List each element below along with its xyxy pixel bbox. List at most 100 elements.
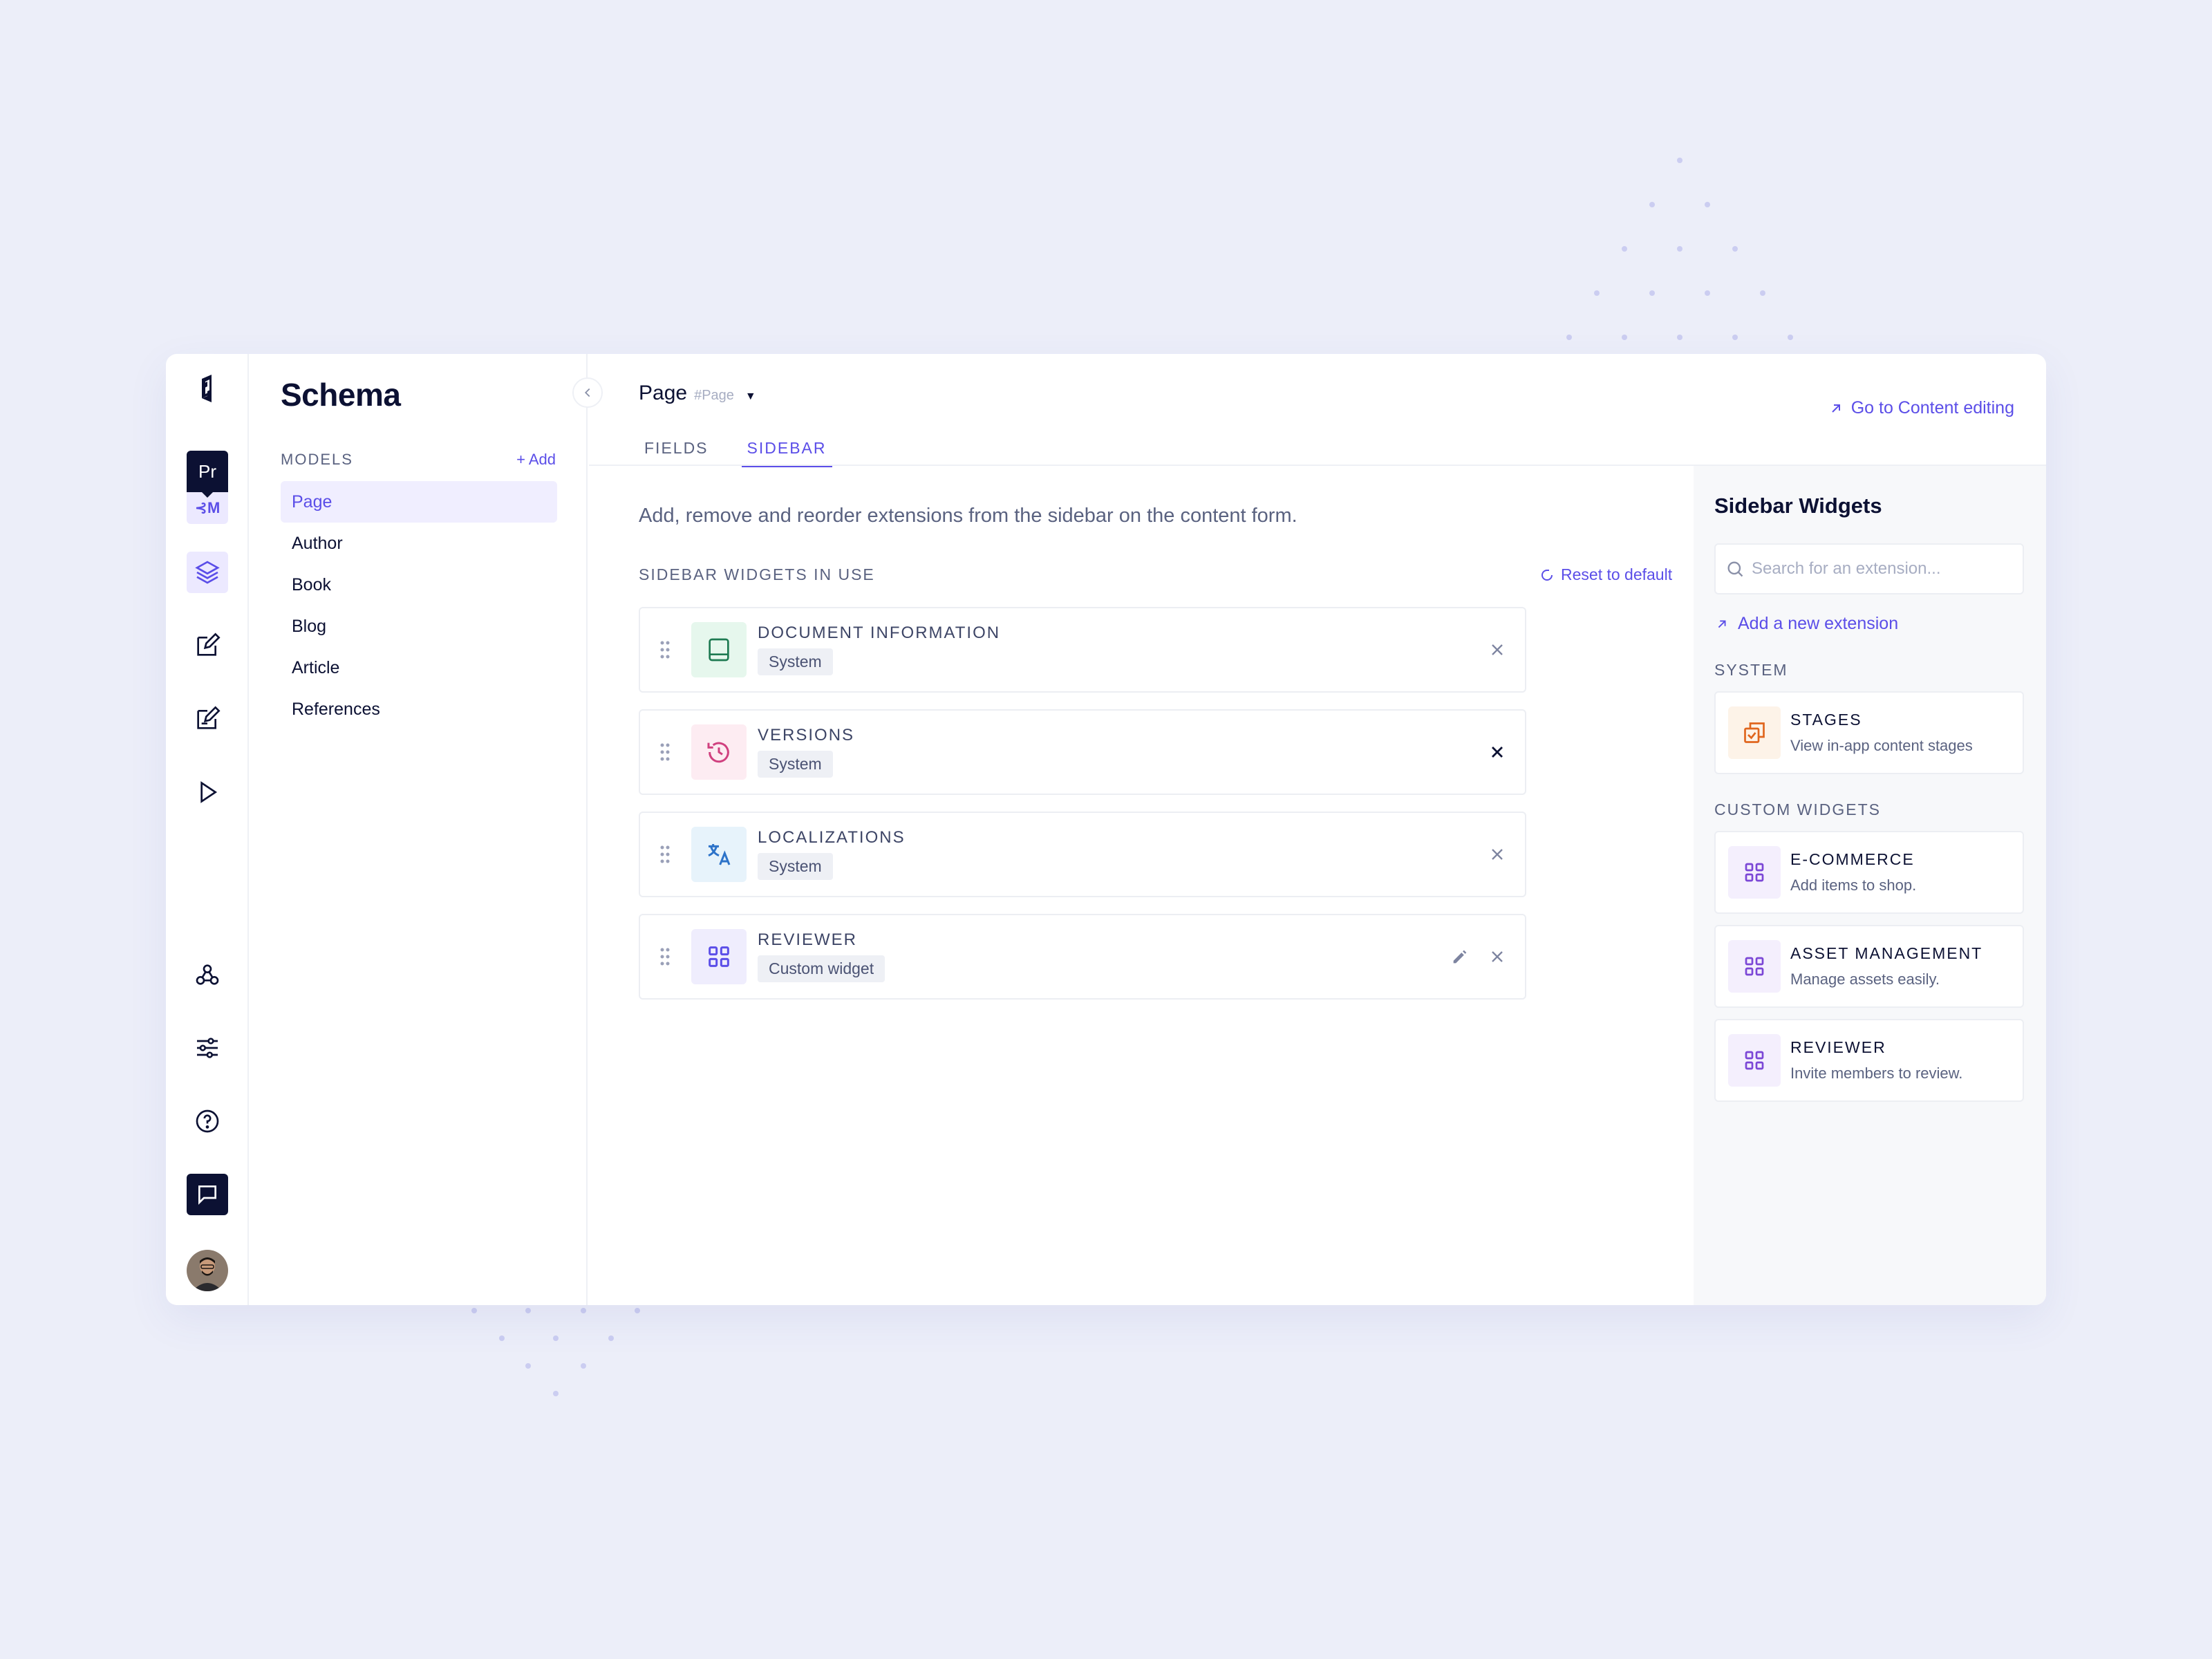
project-switcher[interactable]: Pr ⊰M	[187, 451, 228, 524]
decorative-dot	[1788, 335, 1793, 340]
extension-card-reviewer[interactable]: REVIEWER Invite members to review.	[1714, 1019, 2024, 1102]
grid-icon	[691, 929, 747, 984]
go-to-content-editing-link[interactable]: Go to Content editing	[1828, 398, 2014, 418]
model-name: Page	[639, 382, 688, 404]
decorative-dot	[1566, 335, 1572, 340]
widget-row-versions[interactable]: VERSIONS System	[639, 709, 1526, 795]
decorative-dot	[1677, 158, 1683, 163]
close-icon[interactable]	[1488, 845, 1507, 864]
widget-badge: Custom widget	[758, 955, 885, 982]
model-item-blog[interactable]: Blog	[281, 606, 557, 647]
sidebar-config-content: Add, remove and reorder extensions from …	[589, 466, 1694, 1305]
decorative-dot	[1705, 202, 1710, 207]
project-initials: Pr	[187, 451, 228, 498]
model-title[interactable]: Page #Page ▼	[639, 382, 756, 405]
model-item-references[interactable]: References	[281, 688, 557, 730]
stages-icon	[1728, 706, 1781, 759]
widget-badge: System	[758, 751, 833, 778]
schema-title: Schema	[281, 377, 401, 413]
drag-handle-icon[interactable]	[659, 640, 671, 659]
extension-search-input[interactable]	[1752, 559, 2014, 579]
extension-card-e-commerce[interactable]: E-COMMERCE Add items to shop.	[1714, 831, 2024, 914]
reset-to-default-button[interactable]: Reset to default	[1539, 565, 1672, 584]
grid-icon	[1728, 1034, 1781, 1087]
decorative-dot	[525, 1308, 531, 1313]
model-item-page[interactable]: Page	[281, 481, 557, 523]
sidebar-description: Add, remove and reorder extensions from …	[639, 505, 1297, 527]
user-avatar[interactable]	[187, 1250, 228, 1291]
settings-sliders-icon[interactable]	[187, 1027, 228, 1069]
decorative-dot	[1594, 290, 1600, 296]
add-new-extension-label: Add a new extension	[1738, 614, 1899, 633]
close-icon[interactable]	[1488, 640, 1507, 659]
content-edit-icon[interactable]	[187, 625, 228, 666]
close-icon[interactable]	[1488, 742, 1507, 762]
icon-rail: Pr ⊰M	[166, 354, 249, 1305]
extension-description: Add items to shop.	[1790, 877, 1917, 894]
decorative-dot	[553, 1335, 559, 1341]
model-item-book[interactable]: Book	[281, 564, 557, 606]
decorative-dot	[525, 1363, 531, 1369]
add-model-button[interactable]: + Add	[516, 451, 556, 469]
model-list: Page Author Book Blog Article References	[281, 481, 557, 730]
models-panel: Schema MODELS + Add Page Author Book Blo…	[250, 354, 603, 1305]
model-item-article[interactable]: Article	[281, 647, 557, 688]
webhooks-icon[interactable]	[187, 954, 228, 995]
search-icon	[1727, 561, 1743, 577]
drag-handle-icon[interactable]	[659, 742, 671, 762]
widget-badge: System	[758, 853, 833, 880]
decorative-dot	[635, 1308, 640, 1313]
decorative-dot	[1732, 335, 1738, 340]
widget-row-document-information[interactable]: DOCUMENT INFORMATION System	[639, 607, 1526, 693]
tab-sidebar[interactable]: SIDEBAR	[741, 434, 832, 467]
book-icon	[691, 622, 747, 677]
widget-name: VERSIONS	[758, 726, 855, 744]
system-section-label: SYSTEM	[1714, 661, 1788, 679]
model-api-id: #Page	[694, 388, 734, 403]
grid-icon	[1728, 846, 1781, 899]
extension-search[interactable]	[1714, 543, 2024, 594]
help-icon[interactable]	[187, 1100, 228, 1142]
history-icon	[691, 724, 747, 780]
models-section-label: MODELS	[281, 451, 353, 468]
close-icon[interactable]	[1488, 947, 1507, 966]
extension-description: Invite members to review.	[1790, 1065, 1963, 1082]
hygraph-logo-icon[interactable]	[187, 368, 228, 409]
extension-card-stages[interactable]: STAGES View in-app content stages	[1714, 691, 2024, 774]
schema-layers-icon[interactable]	[187, 552, 228, 593]
caret-down-icon[interactable]: ▼	[745, 391, 756, 403]
chat-icon[interactable]	[187, 1174, 228, 1215]
decorative-dot	[1649, 290, 1655, 296]
extension-card-asset-management[interactable]: ASSET MANAGEMENT Manage assets easily.	[1714, 925, 2024, 1008]
extension-description: View in-app content stages	[1790, 737, 1973, 754]
main-area: Page #Page ▼ Go to Content editing FIELD…	[589, 354, 2046, 1305]
go-to-content-label: Go to Content editing	[1850, 398, 2014, 418]
decorative-dot	[1760, 290, 1765, 296]
decorative-dot	[1622, 335, 1627, 340]
grid-icon	[1728, 940, 1781, 993]
widget-row-localizations[interactable]: LOCALIZATIONS System	[639, 812, 1526, 897]
extension-name: E-COMMERCE	[1790, 850, 1915, 868]
decorative-dot	[581, 1308, 586, 1313]
drag-handle-icon[interactable]	[659, 845, 671, 864]
add-new-extension-link[interactable]: Add a new extension	[1714, 614, 1898, 634]
arrow-up-right-icon	[1718, 620, 1726, 628]
tab-bar: FIELDS SIDEBAR	[639, 434, 860, 467]
widgets-in-use-list: DOCUMENT INFORMATION System VERSIONS Sys…	[639, 607, 1526, 1016]
tab-fields[interactable]: FIELDS	[639, 434, 714, 467]
decorative-dot	[1732, 246, 1738, 252]
decorative-dot	[553, 1391, 559, 1396]
decorative-dot	[608, 1335, 614, 1341]
app-window: Pr ⊰M Schema MODELS + Add Page Author Bo…	[166, 354, 2046, 1305]
pencil-icon[interactable]	[1450, 947, 1470, 966]
arrow-up-right-icon	[1832, 404, 1840, 413]
decorative-dot	[1677, 335, 1683, 340]
collapse-panel-button[interactable]	[572, 377, 603, 408]
model-item-author[interactable]: Author	[281, 523, 557, 564]
chevron-left-icon	[584, 388, 590, 397]
widget-row-reviewer[interactable]: REVIEWER Custom widget	[639, 914, 1526, 1000]
drag-handle-icon[interactable]	[659, 947, 671, 966]
translate-icon	[691, 827, 747, 882]
playground-play-icon[interactable]	[187, 771, 228, 813]
content-edit-alt-icon[interactable]	[187, 698, 228, 740]
